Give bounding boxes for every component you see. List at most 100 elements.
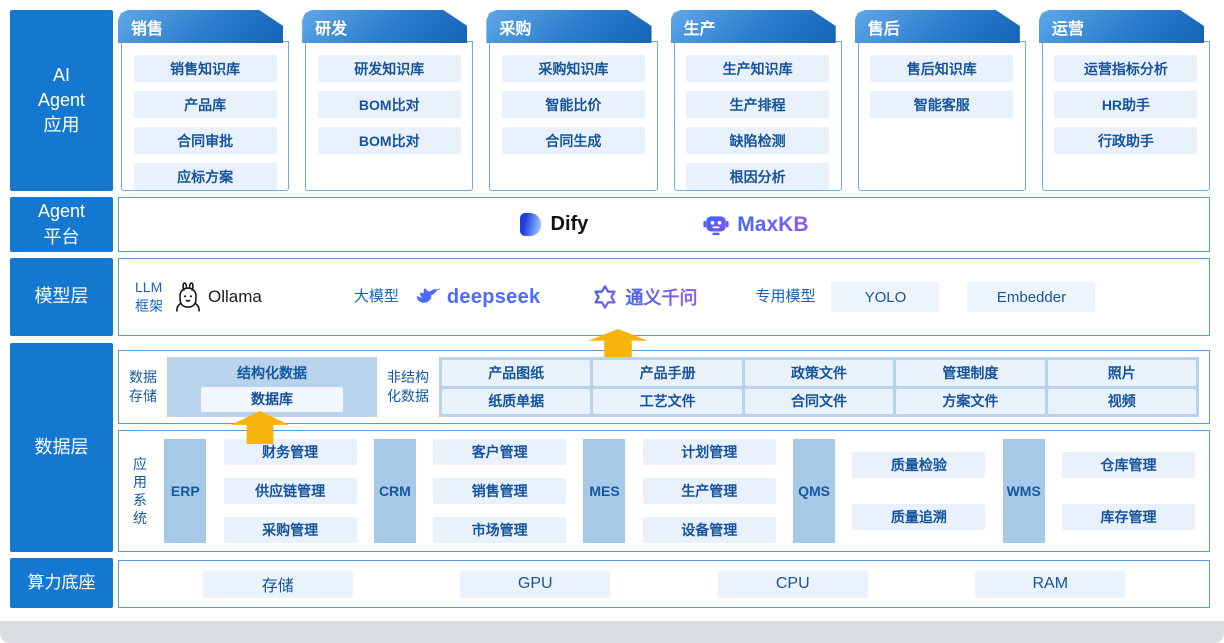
deepseek-label: deepseek xyxy=(446,285,541,308)
dify-logo-icon xyxy=(519,213,541,236)
app-chip: HR助手 xyxy=(1054,91,1198,118)
system-items-wms: 仓库管理 库存管理 xyxy=(1061,439,1195,543)
system-chip: 销售管理 xyxy=(433,478,567,504)
unstructured-chip: 政策文件 xyxy=(744,360,894,386)
ollama-logo-group: Ollama xyxy=(175,282,262,312)
app-chip: 生产排程 xyxy=(686,91,830,118)
unstructured-chip: 产品手册 xyxy=(593,360,742,386)
system-chip: 设备管理 xyxy=(642,517,776,543)
app-chip: 售后知识库 xyxy=(870,55,1014,82)
application-systems-label: 应 用 系 统 xyxy=(133,455,147,527)
compute-chip-gpu: GPU xyxy=(460,570,611,598)
model-layer-row: LLM 框架 Ollama 大模型 deepseek 通义千问 专用模型 YOL… xyxy=(118,258,1210,336)
system-chip: 质量检验 xyxy=(852,452,986,478)
maxkb-logo-group: MaxKB xyxy=(703,212,808,238)
column-production-header: 生产 xyxy=(671,10,836,43)
column-aftersales-body: 售后知识库 智能客服 xyxy=(857,41,1026,191)
column-sales: 销售 销售知识库 产品库 合同审批 应标方案 xyxy=(118,10,290,191)
app-chip: 行政助手 xyxy=(1054,127,1198,154)
system-chip: 采购管理 xyxy=(223,517,357,543)
system-chip: 市场管理 xyxy=(433,517,567,543)
architecture-diagram: AI Agent 应用 Agent 平台 模型层 数据层 算力底座 销售 销售知… xyxy=(0,0,1224,643)
window-bottom-bar xyxy=(0,621,1224,643)
app-chip: 合同审批 xyxy=(133,127,277,154)
column-procurement: 采购 采购知识库 智能比价 合同生成 xyxy=(486,10,658,191)
column-operations-body: 运营指标分析 HR助手 行政助手 xyxy=(1041,41,1211,191)
app-chip: BOM比对 xyxy=(317,127,461,154)
column-sales-header: 销售 xyxy=(118,10,283,43)
column-aftersales-header: 售后 xyxy=(855,10,1020,43)
llm-framework-label: LLM 框架 xyxy=(135,279,163,314)
application-systems-row: 应 用 系 统 ERP 财务管理 供应链管理 采购管理 CRM 客户管理 销售管… xyxy=(118,430,1210,552)
system-bar-erp: ERP xyxy=(164,439,207,543)
deepseek-logo-group: deepseek xyxy=(413,286,541,309)
app-chip: 智能比价 xyxy=(501,91,645,118)
column-aftersales: 售后 售后知识库 智能客服 xyxy=(855,10,1026,191)
column-production-body: 生产知识库 生产排程 缺陷检测 根因分析 xyxy=(673,41,842,191)
system-bar-wms: WMS xyxy=(1002,439,1045,543)
database-chip: 数据库 xyxy=(201,386,343,412)
unstructured-chip: 产品图纸 xyxy=(442,360,591,386)
layer-label-compute-base: 算力底座 xyxy=(10,558,113,608)
app-chip: 运营指标分析 xyxy=(1054,55,1198,82)
system-chip: 客户管理 xyxy=(433,439,567,465)
app-chip: 销售知识库 xyxy=(133,55,277,82)
maxkb-robot-icon xyxy=(703,215,729,235)
agent-platform-row: Dify MaxKB xyxy=(118,197,1210,252)
column-operations-header: 运营 xyxy=(1039,10,1204,43)
compute-chip-cpu: CPU xyxy=(717,570,868,598)
column-rnd: 研发 研发知识库 BOM比对 BOM比对 xyxy=(302,10,474,191)
dify-label: Dify xyxy=(550,213,589,235)
app-chip: 应标方案 xyxy=(133,163,277,190)
system-chip: 质量追溯 xyxy=(852,504,986,530)
system-bar-crm: CRM xyxy=(373,439,416,543)
unstructured-chip: 合同文件 xyxy=(744,388,894,414)
ollama-label: Ollama xyxy=(208,287,262,306)
yolo-chip: YOLO xyxy=(831,282,940,312)
layer-label-agent-platform: Agent 平台 xyxy=(10,197,113,252)
compute-chip-ram: RAM xyxy=(975,570,1126,598)
column-rnd-body: 研发知识库 BOM比对 BOM比对 xyxy=(305,41,474,191)
data-storage-row: 数据 存储 结构化数据 数据库 非结构 化数据 产品图纸 产品手册 政策文件 管… xyxy=(118,350,1210,424)
system-items-erp: 财务管理 供应链管理 采购管理 xyxy=(223,439,357,543)
app-chip: 缺陷检测 xyxy=(686,127,830,154)
layer-label-data-layer: 数据层 xyxy=(10,343,113,552)
compute-base-row: 存储 GPU CPU RAM xyxy=(118,560,1210,608)
embedder-chip: Embedder xyxy=(967,282,1096,312)
system-bar-mes: MES xyxy=(583,439,626,543)
system-chip: 库存管理 xyxy=(1061,504,1195,530)
special-model-label: 专用模型 xyxy=(755,287,816,305)
app-chip: 根因分析 xyxy=(686,163,830,190)
unstructured-chip: 工艺文件 xyxy=(593,388,742,414)
agent-apps-row: 销售 销售知识库 产品库 合同审批 应标方案 研发 研发知识库 BOM比对 BO… xyxy=(118,10,1211,191)
column-production: 生产 生产知识库 生产排程 缺陷检测 根因分析 xyxy=(671,10,842,191)
unstructured-chip: 方案文件 xyxy=(896,388,1045,414)
app-chip: 采购知识库 xyxy=(501,55,645,82)
app-chip: BOM比对 xyxy=(317,91,461,118)
unstructured-data-label: 非结构 化数据 xyxy=(387,369,429,404)
system-bar-qms: QMS xyxy=(793,439,836,543)
structured-data-panel: 结构化数据 数据库 xyxy=(167,357,377,417)
qwen-logo-group: 通义千问 xyxy=(592,284,697,310)
system-chip: 仓库管理 xyxy=(1061,452,1195,478)
qwen-label: 通义千问 xyxy=(625,284,697,310)
llama-icon xyxy=(176,282,200,312)
maxkb-label: MaxKB xyxy=(737,212,809,236)
big-model-label: 大模型 xyxy=(353,287,399,305)
unstructured-chip: 纸质单据 xyxy=(442,388,591,414)
system-items-qms: 质量检验 质量追溯 xyxy=(852,439,986,543)
system-chip: 计划管理 xyxy=(642,439,776,465)
layer-label-ai-agent-apps: AI Agent 应用 xyxy=(10,10,113,191)
app-chip: 智能客服 xyxy=(870,91,1014,118)
unstructured-data-panel: 产品图纸 产品手册 政策文件 管理制度 照片 纸质单据 工艺文件 合同文件 方案… xyxy=(439,357,1199,417)
system-chip: 供应链管理 xyxy=(223,478,357,504)
app-chip: 生产知识库 xyxy=(686,55,830,82)
app-chip: 合同生成 xyxy=(501,127,645,154)
column-procurement-body: 采购知识库 智能比价 合同生成 xyxy=(489,41,658,191)
column-rnd-header: 研发 xyxy=(302,10,467,43)
column-procurement-header: 采购 xyxy=(486,10,651,43)
compute-chip-storage: 存储 xyxy=(202,570,353,598)
app-chip: 研发知识库 xyxy=(317,55,461,82)
app-chip: 产品库 xyxy=(133,91,277,118)
qwen-knot-icon xyxy=(594,285,617,309)
